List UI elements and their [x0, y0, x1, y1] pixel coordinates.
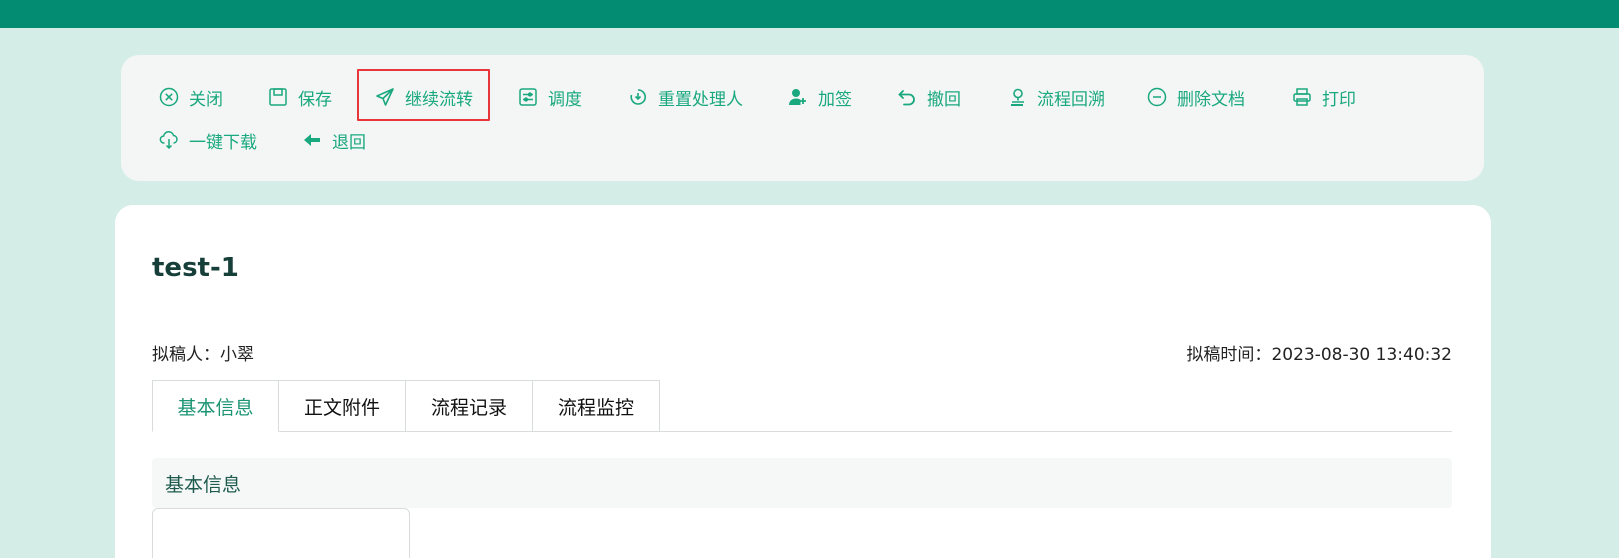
dispatch-label: 调度: [548, 89, 582, 110]
one-click-download-button[interactable]: 一键下载: [159, 128, 257, 153]
close-circle-icon: [159, 87, 189, 107]
arrow-left-icon: [302, 130, 332, 150]
reset-handler-icon: [628, 87, 658, 107]
draft-time-info: 拟稿时间：2023-08-30 13:40:32: [1186, 340, 1452, 365]
cloud-download-icon: [159, 130, 189, 150]
minus-circle-icon: [1147, 87, 1177, 107]
return-label: 退回: [332, 132, 366, 153]
printer-icon: [1292, 87, 1322, 107]
withdraw-label: 撤回: [927, 89, 961, 110]
drafter-label: 拟稿人：: [152, 345, 220, 365]
return-button[interactable]: 退回: [302, 128, 366, 153]
dispatch-button[interactable]: 调度: [518, 85, 582, 110]
print-button[interactable]: 打印: [1292, 85, 1356, 110]
stamp-icon: [1007, 87, 1037, 107]
add-sign-button[interactable]: 加签: [788, 85, 852, 110]
drafter-info: 拟稿人：小翠: [152, 340, 254, 365]
draft-time-value: 2023-08-30 13:40:32: [1271, 345, 1452, 365]
undo-icon: [897, 87, 927, 107]
save-icon: [268, 87, 298, 107]
flow-trace-label: 流程回溯: [1037, 89, 1105, 110]
save-label: 保存: [298, 89, 332, 110]
print-label: 打印: [1322, 89, 1356, 110]
reset-handler-label: 重置处理人: [658, 89, 743, 110]
delete-document-label: 删除文档: [1177, 89, 1245, 110]
save-button[interactable]: 保存: [268, 85, 332, 110]
delete-document-button[interactable]: 删除文档: [1147, 85, 1245, 110]
tab-bar: 基本信息 正文附件 流程记录 流程监控: [152, 380, 660, 432]
add-sign-label: 加签: [818, 89, 852, 110]
one-click-download-label: 一键下载: [189, 132, 257, 153]
flow-trace-button[interactable]: 流程回溯: [1007, 85, 1105, 110]
drafter-name: 小翠: [220, 345, 254, 365]
withdraw-button[interactable]: 撤回: [897, 85, 961, 110]
close-button[interactable]: 关闭: [159, 85, 223, 110]
top-bar: [0, 0, 1619, 28]
document-title: test-1: [152, 253, 239, 283]
tab-basic-info[interactable]: 基本信息: [152, 380, 279, 432]
form-field-box[interactable]: [152, 508, 410, 558]
add-user-icon: [788, 87, 818, 107]
highlight-box: [357, 69, 490, 121]
tab-flow-records[interactable]: 流程记录: [406, 380, 533, 432]
tab-flow-monitor[interactable]: 流程监控: [533, 380, 660, 432]
close-label: 关闭: [189, 89, 223, 110]
adjust-icon: [518, 87, 548, 107]
action-toolbar: [121, 55, 1484, 181]
section-title: 基本信息: [152, 458, 1452, 508]
tab-body-attachments[interactable]: 正文附件: [279, 380, 406, 432]
reset-handler-button[interactable]: 重置处理人: [628, 85, 743, 110]
draft-time-label: 拟稿时间：: [1186, 345, 1272, 365]
